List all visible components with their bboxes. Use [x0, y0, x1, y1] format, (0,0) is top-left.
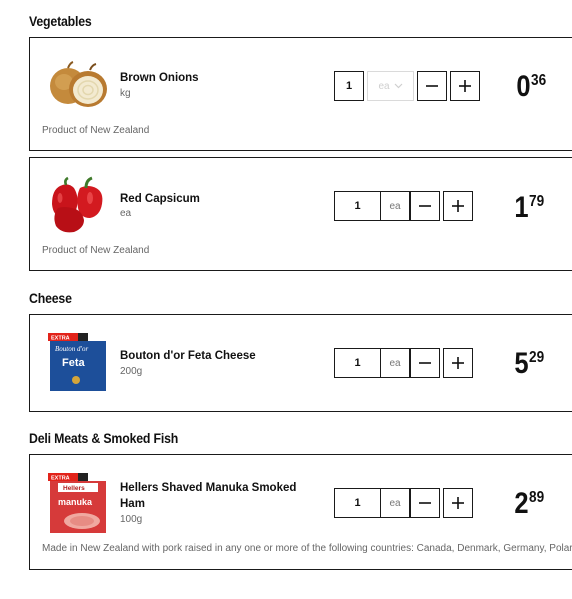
- minus-icon: [419, 362, 431, 364]
- product-name[interactable]: Hellers Shaved Manuka Smoked Ham: [120, 480, 296, 512]
- plus-icon: [452, 357, 464, 369]
- minus-icon: [419, 502, 431, 504]
- increase-quantity-button[interactable]: [443, 191, 473, 221]
- product-image-hellers-ham[interactable]: EXTRA Hellers manuka: [46, 473, 110, 533]
- decrease-quantity-button[interactable]: [410, 488, 440, 518]
- product-name[interactable]: Bouton d'or Feta Cheese: [120, 348, 256, 364]
- product-origin: Made in New Zealand with pork raised in …: [42, 543, 572, 554]
- price-cents: 79: [528, 193, 544, 210]
- decrease-quantity-button[interactable]: [417, 71, 447, 101]
- increase-quantity-button[interactable]: [443, 348, 473, 378]
- section-title-deli-meats: Deli Meats & Smoked Fish: [29, 430, 179, 446]
- product-name[interactable]: Brown Onions: [120, 70, 199, 86]
- plus-icon: [452, 497, 464, 509]
- product-card-brown-onions: Brown Onions kg Product of New Zealand 1…: [29, 37, 572, 151]
- decrease-quantity-button[interactable]: [410, 191, 440, 221]
- unit-select-value: ea: [378, 80, 390, 92]
- product-unit: 200g: [120, 366, 143, 377]
- section-title-vegetables: Vegetables: [29, 13, 92, 29]
- decrease-quantity-button[interactable]: [410, 348, 440, 378]
- package-brand-text: Hellers: [63, 485, 85, 492]
- price-dollars: 0: [516, 70, 530, 103]
- product-image-brown-onions[interactable]: [46, 60, 110, 110]
- price-dollars: 5: [514, 347, 528, 380]
- unit-select[interactable]: ea: [367, 71, 414, 101]
- quantity-input[interactable]: 1: [334, 71, 364, 101]
- product-origin: Product of New Zealand: [42, 245, 150, 256]
- price-cents: 89: [528, 489, 544, 506]
- section-title-cheese: Cheese: [29, 290, 72, 306]
- quantity-input[interactable]: 1: [334, 488, 381, 518]
- product-card-feta-cheese: EXTRA Bouton d'or Feta Bouton d'or Feta …: [29, 314, 572, 412]
- unit-select[interactable]: ea: [380, 348, 410, 378]
- price-dollars: 1: [514, 191, 528, 224]
- minus-icon: [426, 85, 438, 87]
- extra-badge-text: EXTRA: [51, 336, 70, 342]
- minus-icon: [419, 205, 431, 207]
- product-price: 0 36: [514, 72, 548, 102]
- product-price: 2 89: [512, 489, 546, 519]
- price-dollars: 2: [514, 487, 528, 520]
- increase-quantity-button[interactable]: [443, 488, 473, 518]
- product-name-line-1: Hellers Shaved Manuka Smoked: [120, 482, 297, 494]
- extra-badge-text: EXTRA: [51, 476, 70, 482]
- product-origin: Product of New Zealand: [42, 125, 150, 136]
- quantity-input[interactable]: 1: [334, 348, 381, 378]
- unit-select[interactable]: ea: [380, 191, 410, 221]
- unit-select[interactable]: ea: [380, 488, 410, 518]
- increase-quantity-button[interactable]: [450, 71, 480, 101]
- package-label-text: manuka: [58, 497, 93, 507]
- price-cents: 29: [528, 349, 544, 366]
- package-brand-text: Bouton d'or: [55, 345, 88, 353]
- product-card-hellers-ham: EXTRA Hellers manuka Hellers Shaved Manu…: [29, 454, 572, 570]
- plus-icon: [459, 80, 471, 92]
- product-unit: kg: [120, 88, 131, 99]
- product-unit: 100g: [120, 514, 143, 525]
- product-price: 5 29: [512, 349, 546, 379]
- product-card-red-capsicum: Red Capsicum ea Product of New Zealand 1…: [29, 157, 572, 271]
- product-name-line-2: Ham: [120, 498, 145, 510]
- product-image-red-capsicum[interactable]: [46, 176, 110, 234]
- quantity-input[interactable]: 1: [334, 191, 381, 221]
- product-price: 1 79: [512, 193, 546, 223]
- chevron-down-icon: [394, 81, 403, 91]
- package-label-text: Feta: [62, 357, 86, 369]
- product-unit: ea: [120, 208, 132, 219]
- product-image-feta-cheese[interactable]: EXTRA Bouton d'or Feta: [46, 333, 110, 391]
- price-cents: 36: [530, 72, 546, 89]
- product-name[interactable]: Red Capsicum: [120, 191, 200, 207]
- plus-icon: [452, 200, 464, 212]
